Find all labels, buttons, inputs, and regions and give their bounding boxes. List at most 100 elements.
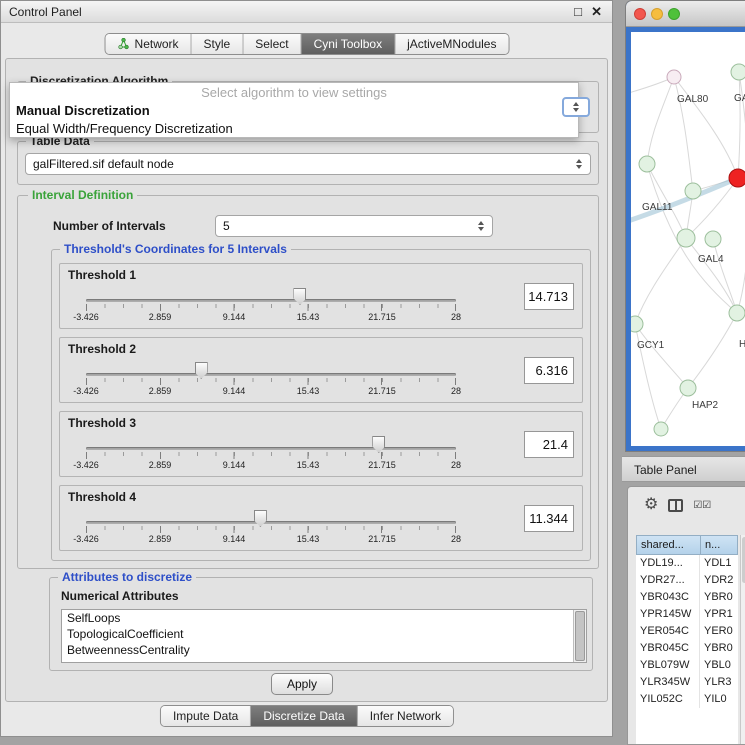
algorithm-combobox-stepper[interactable] xyxy=(562,97,590,117)
table-row[interactable]: YBR043C YBR0 xyxy=(636,589,738,606)
slider-track[interactable] xyxy=(86,521,456,524)
tick-label: 9.144 xyxy=(223,312,246,322)
table-cell[interactable]: YBR045C xyxy=(636,640,700,657)
table-row[interactable]: YIL052C YIL0 xyxy=(636,691,738,708)
slider-thumb[interactable] xyxy=(254,510,267,527)
list-item[interactable]: TopologicalCoefficient xyxy=(62,626,586,642)
network-node[interactable] xyxy=(705,231,721,247)
threshold-value-field[interactable]: 6.316 xyxy=(524,357,574,384)
table-cell[interactable]: YBL079W xyxy=(636,657,700,674)
checkbox-icons[interactable]: ☑☑ xyxy=(693,500,711,511)
table-cell[interactable]: YER0 xyxy=(700,623,738,640)
slider-thumb[interactable] xyxy=(293,288,306,305)
list-item[interactable]: SelfLoops xyxy=(62,610,586,626)
slider-major-ticks xyxy=(86,526,456,533)
table-cell[interactable]: YDR27... xyxy=(636,572,700,589)
node-label: HAP2 xyxy=(692,400,719,411)
slider-track[interactable] xyxy=(86,299,456,302)
table-cell[interactable]: YPR145W xyxy=(636,606,700,623)
num-intervals-value: 5 xyxy=(223,219,475,233)
tab-impute-data[interactable]: Impute Data xyxy=(161,706,251,726)
attributes-scrollbar[interactable] xyxy=(573,610,586,662)
zoom-traffic-light-icon[interactable] xyxy=(668,8,680,20)
threshold-slider-3[interactable]: -3.426 2.859 9.144 15.43 21.715 28 xyxy=(86,434,456,474)
dropdown-option-equal-width[interactable]: Equal Width/Frequency Discretization xyxy=(10,120,578,138)
network-node[interactable] xyxy=(639,156,655,172)
float-window-icon[interactable]: □ xyxy=(574,1,582,23)
table-data-combobox[interactable]: galFiltered.sif default node xyxy=(25,153,591,175)
tab-select[interactable]: Select xyxy=(243,34,301,54)
table-cell[interactable]: YIL052C xyxy=(636,691,700,708)
table-panel-titlebar: Table Panel xyxy=(622,456,745,482)
threshold-slider-2[interactable]: -3.426 2.859 9.144 15.43 21.715 28 xyxy=(86,360,456,400)
table-scrollbar[interactable] xyxy=(740,535,745,744)
slider-thumb[interactable] xyxy=(195,362,208,379)
network-node[interactable] xyxy=(731,64,745,80)
table-row[interactable]: YPR145W YPR1 xyxy=(636,606,738,623)
table-columns-icon[interactable] xyxy=(668,499,683,512)
threshold-value-field[interactable]: 21.4 xyxy=(524,431,574,458)
num-intervals-spinner[interactable]: 5 xyxy=(215,215,493,237)
threshold-slider-4[interactable]: -3.426 2.859 9.144 15.43 21.715 28 xyxy=(86,508,456,548)
scrollbar-thumb[interactable] xyxy=(575,611,585,661)
list-item[interactable]: BetweennessCentrality xyxy=(62,642,586,658)
column-header-name[interactable]: n... xyxy=(700,535,738,555)
table-cell[interactable]: YIL0 xyxy=(700,691,738,708)
network-node[interactable] xyxy=(654,422,668,436)
table-row[interactable]: YBR045C YBR0 xyxy=(636,640,738,657)
tick-label: 15.43 xyxy=(297,386,320,396)
top-tab-bar: Network Style Select Cyni Toolbox jActiv… xyxy=(105,33,510,55)
gear-icon[interactable]: ⚙ xyxy=(644,497,658,513)
table-cell[interactable]: YBR0 xyxy=(700,640,738,657)
table-cell[interactable]: YPR1 xyxy=(700,606,738,623)
table-row[interactable]: YLR345W YLR3 xyxy=(636,674,738,691)
threshold-value-field[interactable]: 14.713 xyxy=(524,283,574,310)
tick-label: 9.144 xyxy=(223,386,246,396)
table-cell[interactable]: YDL1 xyxy=(700,555,738,572)
tab-jactivemnodules[interactable]: jActiveMNodules xyxy=(395,34,508,54)
table-cell[interactable]: YDR2 xyxy=(700,572,738,589)
network-node[interactable] xyxy=(677,229,695,247)
dropdown-option-manual-discretization[interactable]: Manual Discretization xyxy=(10,102,578,120)
table-row[interactable]: YER054C YER0 xyxy=(636,623,738,640)
control-panel-window: Control Panel □ ✕ Network Style Select C… xyxy=(0,0,613,737)
tab-infer-network[interactable]: Infer Network xyxy=(358,706,453,726)
network-nodes[interactable] xyxy=(631,64,745,436)
slider-thumb[interactable] xyxy=(372,436,385,453)
minimize-traffic-light-icon[interactable] xyxy=(651,8,663,20)
tab-network[interactable]: Network xyxy=(106,34,192,54)
tick-label: 21.715 xyxy=(368,460,396,470)
tab-discretize-data[interactable]: Discretize Data xyxy=(251,706,357,726)
slider-track[interactable] xyxy=(86,447,456,450)
network-canvas[interactable]: GAL80 GA GAL11 GAL4 GCY1 HAP2 H xyxy=(631,32,745,446)
network-node[interactable] xyxy=(729,305,745,321)
threshold-value-field[interactable]: 11.344 xyxy=(524,505,574,532)
table-row[interactable]: YBL079W YBL0 xyxy=(636,657,738,674)
close-icon[interactable]: ✕ xyxy=(591,1,602,23)
network-node[interactable] xyxy=(680,380,696,396)
table-cell[interactable]: YLR345W xyxy=(636,674,700,691)
table-cell[interactable]: YBR0 xyxy=(700,589,738,606)
tab-cyni-toolbox[interactable]: Cyni Toolbox xyxy=(302,34,395,54)
close-traffic-light-icon[interactable] xyxy=(634,8,646,20)
apply-button[interactable]: Apply xyxy=(271,673,333,695)
table-cell[interactable]: YER054C xyxy=(636,623,700,640)
selected-network-node[interactable] xyxy=(729,169,745,187)
table-row[interactable]: YDR27... YDR2 xyxy=(636,572,738,589)
network-node[interactable] xyxy=(667,70,681,84)
network-icon xyxy=(118,38,130,50)
table-cell[interactable]: YBR043C xyxy=(636,589,700,606)
tick-label: 9.144 xyxy=(223,534,246,544)
threshold-slider-1[interactable]: -3.426 2.859 9.144 15.43 21.715 28 xyxy=(86,286,456,326)
table-row[interactable]: YDL19... YDL1 xyxy=(636,555,738,572)
column-header-shared-name[interactable]: shared... xyxy=(636,535,700,555)
table-cell[interactable]: YBL0 xyxy=(700,657,738,674)
tab-style[interactable]: Style xyxy=(192,34,244,54)
slider-track[interactable] xyxy=(86,373,456,376)
table-cell[interactable]: YDL19... xyxy=(636,555,700,572)
dropdown-placeholder-option[interactable]: Select algorithm to view settings xyxy=(10,83,578,102)
network-node[interactable] xyxy=(685,183,701,199)
table-cell[interactable]: YLR3 xyxy=(700,674,738,691)
tick-label: 2.859 xyxy=(149,386,172,396)
network-node[interactable] xyxy=(631,316,643,332)
